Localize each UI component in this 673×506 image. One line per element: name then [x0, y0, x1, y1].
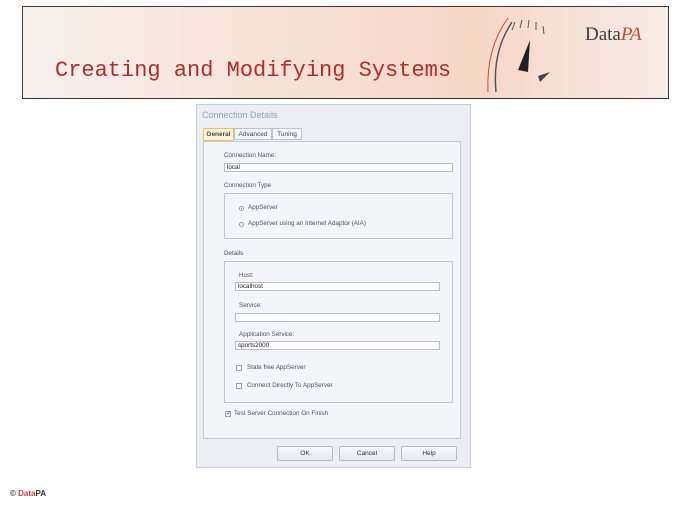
application-service-input[interactable]: sports2000: [235, 341, 440, 350]
gauge-icon: [487, 17, 550, 93]
test-connection-checkbox[interactable]: ✓: [225, 411, 231, 417]
help-button[interactable]: Help: [401, 446, 457, 461]
connection-name-input[interactable]: local: [224, 163, 453, 172]
connect-directly-checkbox[interactable]: [236, 383, 242, 389]
connection-details-dialog: Connection Details General Advanced Tuni…: [196, 104, 471, 468]
connection-name-label: Connection Name:: [224, 152, 277, 159]
aia-radio[interactable]: [239, 222, 244, 227]
header-divider: [22, 98, 668, 99]
host-label: Host:: [239, 272, 254, 279]
test-connection-label: Test Server Connection On Finish: [234, 410, 329, 417]
aia-radio-label: AppServer using an Internet Adaptor (AIA…: [248, 220, 366, 227]
host-input[interactable]: localhost: [235, 282, 440, 291]
datapa-logo: DataPA: [585, 24, 642, 45]
tab-advanced[interactable]: Advanced: [234, 128, 272, 140]
connection-type-label: Connection Type: [224, 182, 272, 189]
connection-type-group: AppServer AppServer using an Internet Ad…: [224, 193, 453, 239]
cancel-button[interactable]: Cancel: [339, 446, 395, 461]
appserver-radio-label: AppServer: [248, 204, 278, 211]
tab-tuning[interactable]: Tuning: [272, 128, 302, 140]
connect-directly-label: Connect Directly To AppServer: [247, 382, 333, 389]
footer-copyright: © DataPA: [10, 489, 47, 498]
service-input[interactable]: [235, 313, 440, 322]
service-label: Service:: [239, 302, 262, 309]
state-free-label: State free AppServer: [247, 364, 306, 371]
tab-general[interactable]: General: [203, 128, 234, 141]
details-label: Details: [224, 250, 244, 257]
general-tab-panel: Connection Name: local Connection Type A…: [203, 141, 461, 439]
application-service-label: Application Service:: [239, 331, 295, 338]
slide-title: Creating and Modifying Systems: [55, 58, 452, 83]
appserver-radio[interactable]: [239, 206, 244, 211]
ok-button[interactable]: OK: [277, 446, 333, 461]
dialog-title: Connection Details: [202, 110, 278, 120]
details-group: Host: localhost Service: Application Ser…: [224, 261, 453, 403]
state-free-checkbox[interactable]: [236, 365, 242, 371]
